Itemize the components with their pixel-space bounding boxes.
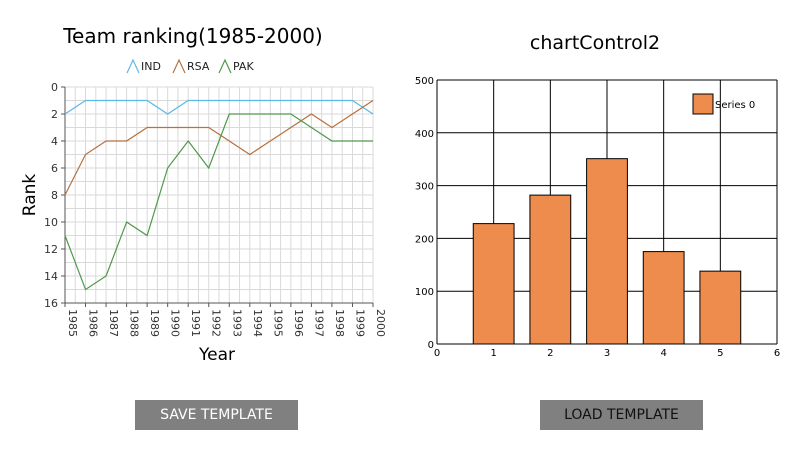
legend-label-ind: IND <box>141 60 161 73</box>
legend-label-pak: PAK <box>233 60 254 73</box>
y-tick-label: 2 <box>51 108 58 121</box>
x-tick-label: 1990 <box>169 309 182 337</box>
x-tick-label: 1999 <box>353 309 366 337</box>
x-tick-label: 2 <box>547 348 553 359</box>
bar <box>472 223 515 345</box>
legend-swatch-ind <box>126 58 140 74</box>
x-tick-label: 1986 <box>87 309 100 337</box>
legend-swatch-pak <box>218 58 232 74</box>
bar-chart: chartControl2 01002003004005000 1 2 3 4 5 6 Se… <box>415 32 780 359</box>
y-tick-label: 500 <box>415 76 434 87</box>
bar-chart-title: chartControl2 <box>530 32 660 54</box>
x-tick-label: 1987 <box>107 309 120 337</box>
ranking-chart-grid <box>64 86 374 304</box>
y-tick-label: 14 <box>44 270 58 283</box>
y-tick-label: 16 <box>44 297 58 310</box>
x-tick-label: 1992 <box>210 309 223 337</box>
y-tick-label: 400 <box>415 129 434 140</box>
x-tick-label: 5 <box>717 348 723 359</box>
y-tick-label: 10 <box>44 216 58 229</box>
bar <box>529 194 572 345</box>
x-tick-label: 0 <box>434 348 440 359</box>
bar <box>586 158 628 345</box>
x-tick-label: 1998 <box>333 309 346 337</box>
y-tick-label: 200 <box>415 234 434 245</box>
x-tick-label: 1994 <box>251 309 264 337</box>
bar <box>642 251 685 345</box>
x-tick-label: 2000 <box>374 309 387 337</box>
x-tick-label: 1995 <box>271 309 284 337</box>
legend-swatch-series-0 <box>692 93 714 115</box>
y-tick-label: 100 <box>415 287 434 298</box>
load-template-button[interactable]: LOAD TEMPLATE <box>540 400 703 430</box>
x-tick-label: 1989 <box>148 309 161 337</box>
x-tick-label: 1991 <box>189 309 202 337</box>
x-tick-label: 1993 <box>230 309 243 337</box>
y-tick-label: 4 <box>51 135 58 148</box>
bar <box>699 270 742 345</box>
bar-chart-bars <box>472 158 742 345</box>
ranking-chart-y-axis-title: Rank <box>20 174 40 217</box>
y-tick-label: 8 <box>51 189 58 202</box>
ranking-chart-legend: IND RSA PAK <box>126 58 254 74</box>
x-tick-label: 1996 <box>292 309 305 337</box>
x-tick-label: 1 <box>490 348 496 359</box>
x-tick-label: 1988 <box>128 309 141 337</box>
ranking-chart-title: Team ranking(1985-2000) <box>62 24 323 48</box>
charts-canvas: Team ranking(1985-2000) IND RSA PAK 0 2 4 6 8 1… <box>20 24 780 365</box>
x-tick-label: 1985 <box>66 309 79 337</box>
save-template-button[interactable]: SAVE TEMPLATE <box>135 400 298 430</box>
x-tick-label: 4 <box>660 348 666 359</box>
legend-label-rsa: RSA <box>187 60 210 73</box>
ranking-chart: Team ranking(1985-2000) IND RSA PAK 0 2 4 6 8 1… <box>20 24 387 365</box>
ranking-chart-x-axis-title: Year <box>198 345 235 365</box>
y-tick-label: 6 <box>51 162 58 175</box>
y-tick-label: 300 <box>415 182 434 193</box>
x-tick-label: 3 <box>604 348 610 359</box>
bar-chart-legend: Series 0 <box>692 93 755 115</box>
y-tick-label: 0 <box>51 81 58 94</box>
y-tick-label: 12 <box>44 243 58 256</box>
x-tick-label: 6 <box>774 348 780 359</box>
legend-swatch-rsa <box>172 58 186 74</box>
legend-label-series-0: Series 0 <box>715 100 755 111</box>
x-tick-label: 1997 <box>312 309 325 337</box>
